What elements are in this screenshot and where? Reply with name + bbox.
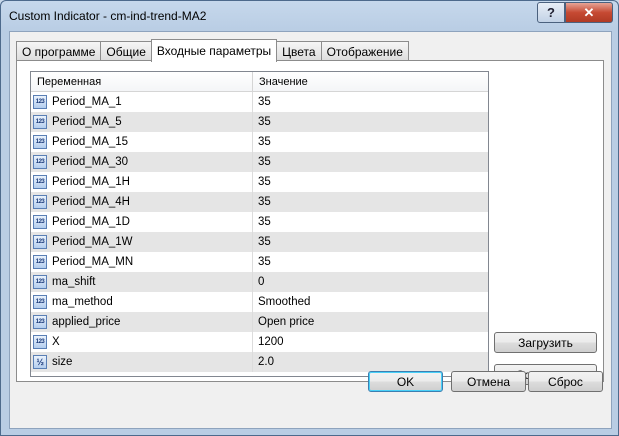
ok-button[interactable]: OK: [368, 371, 443, 392]
table-row[interactable]: 123 Period_MA_1W 35: [31, 232, 488, 252]
inputs-tab-panel: Переменная Значение 123 Period_MA_1 35 123 P…: [16, 60, 604, 385]
cancel-button[interactable]: Отмена: [451, 371, 526, 392]
value-cell[interactable]: 35: [253, 216, 271, 228]
value-cell[interactable]: 35: [253, 96, 271, 108]
grid-header: Переменная Значение: [31, 72, 488, 92]
int-param-icon: 123: [33, 175, 47, 189]
tab-inputs[interactable]: Входные параметры: [150, 39, 278, 62]
help-icon: ?: [547, 5, 555, 20]
tab-common[interactable]: Общие: [100, 41, 152, 61]
variable-cell: 123 Period_MA_1D: [31, 212, 253, 232]
help-button[interactable]: ?: [537, 2, 565, 23]
int-param-icon: 123: [33, 235, 47, 249]
variable-cell: 123 applied_price: [31, 312, 253, 332]
variable-name: Period_MA_15: [52, 136, 129, 148]
int-param-icon: 123: [33, 215, 47, 229]
variable-name: Period_MA_30: [52, 156, 129, 168]
value-cell[interactable]: 35: [253, 196, 271, 208]
variable-cell: 123 Period_MA_1H: [31, 172, 253, 192]
header-value[interactable]: Значение: [253, 72, 308, 91]
table-row[interactable]: 123 ma_method Smoothed: [31, 292, 488, 312]
value-cell[interactable]: 0: [253, 276, 264, 288]
int-param-icon: 123: [33, 135, 47, 149]
value-cell[interactable]: 35: [253, 176, 271, 188]
value-cell[interactable]: 1200: [253, 336, 284, 348]
table-row[interactable]: 123 Period_MA_5 35: [31, 112, 488, 132]
int-param-icon: 123: [33, 295, 47, 309]
dialog-window: Custom Indicator - cm-ind-trend-MA2 ? ✕ …: [0, 0, 619, 436]
variable-name: Period_MA_MN: [52, 256, 134, 268]
value-cell[interactable]: Smoothed: [253, 296, 310, 308]
table-row[interactable]: 123 Period_MA_MN 35: [31, 252, 488, 272]
table-row[interactable]: 123 Period_MA_1 35: [31, 92, 488, 112]
variable-name: Period_MA_4H: [52, 196, 130, 208]
window-title: Custom Indicator - cm-ind-trend-MA2: [9, 9, 207, 23]
load-button[interactable]: Загрузить: [494, 332, 597, 353]
reset-button[interactable]: Сброс: [528, 371, 603, 392]
value-cell[interactable]: 35: [253, 116, 271, 128]
value-cell[interactable]: 35: [253, 256, 271, 268]
table-row[interactable]: 123 Period_MA_1H 35: [31, 172, 488, 192]
value-cell[interactable]: 35: [253, 236, 271, 248]
variable-name: Period_MA_1H: [52, 176, 130, 188]
variable-name: ma_shift: [52, 276, 96, 288]
value-cell[interactable]: Open price: [253, 316, 314, 328]
variable-name: size: [52, 356, 73, 368]
variable-cell: 123 Period_MA_1: [31, 92, 253, 112]
value-cell[interactable]: 2.0: [253, 356, 274, 368]
value-cell[interactable]: 35: [253, 156, 271, 168]
int-param-icon: 123: [33, 315, 47, 329]
parameters-grid: Переменная Значение 123 Period_MA_1 35 123 P…: [30, 71, 489, 377]
variable-name: Period_MA_5: [52, 116, 122, 128]
int-param-icon: 123: [33, 275, 47, 289]
header-variable[interactable]: Переменная: [31, 72, 253, 91]
variable-cell: 123 Period_MA_30: [31, 152, 253, 172]
variable-name: X: [52, 336, 60, 348]
close-button[interactable]: ✕: [565, 2, 613, 23]
value-cell[interactable]: 35: [253, 136, 271, 148]
variable-name: ma_method: [52, 296, 113, 308]
table-row[interactable]: 123 Period_MA_15 35: [31, 132, 488, 152]
variable-name: Period_MA_1: [52, 96, 122, 108]
tab-visualization[interactable]: Отображение: [320, 41, 409, 61]
variable-cell: 123 Period_MA_5: [31, 112, 253, 132]
int-param-icon: 123: [33, 195, 47, 209]
table-row[interactable]: 123 Period_MA_4H 35: [31, 192, 488, 212]
table-row[interactable]: 123 ma_shift 0: [31, 272, 488, 292]
variable-cell: 123 Period_MA_4H: [31, 192, 253, 212]
grid-rows: 123 Period_MA_1 35 123 Period_MA_5 35 123 Perio…: [31, 92, 488, 372]
variable-name: applied_price: [52, 316, 121, 328]
int-param-icon: 123: [33, 95, 47, 109]
double-param-icon: ½: [33, 355, 47, 369]
variable-cell: 123 Period_MA_MN: [31, 252, 253, 272]
int-param-icon: 123: [33, 255, 47, 269]
variable-name: Period_MA_1D: [52, 216, 130, 228]
variable-cell: 123 ma_method: [31, 292, 253, 312]
dialog-client-area: О программе Общие Входные параметры Цвет…: [9, 31, 612, 429]
tab-strip: О программе Общие Входные параметры Цвет…: [16, 39, 409, 62]
tab-colors[interactable]: Цвета: [276, 41, 322, 61]
table-row[interactable]: ½ size 2.0: [31, 352, 488, 372]
variable-cell: 123 Period_MA_1W: [31, 232, 253, 252]
variable-name: Period_MA_1W: [52, 236, 133, 248]
variable-cell: 123 X: [31, 332, 253, 352]
close-icon: ✕: [583, 4, 595, 20]
int-param-icon: 123: [33, 335, 47, 349]
int-param-icon: 123: [33, 155, 47, 169]
table-row[interactable]: 123 Period_MA_1D 35: [31, 212, 488, 232]
variable-cell: ½ size: [31, 352, 253, 372]
table-row[interactable]: 123 applied_price Open price: [31, 312, 488, 332]
int-param-icon: 123: [33, 115, 47, 129]
table-row[interactable]: 123 X 1200: [31, 332, 488, 352]
title-bar[interactable]: Custom Indicator - cm-ind-trend-MA2 ? ✕: [1, 1, 618, 31]
tab-about[interactable]: О программе: [16, 41, 102, 61]
table-row[interactable]: 123 Period_MA_30 35: [31, 152, 488, 172]
variable-cell: 123 Period_MA_15: [31, 132, 253, 152]
variable-cell: 123 ma_shift: [31, 272, 253, 292]
